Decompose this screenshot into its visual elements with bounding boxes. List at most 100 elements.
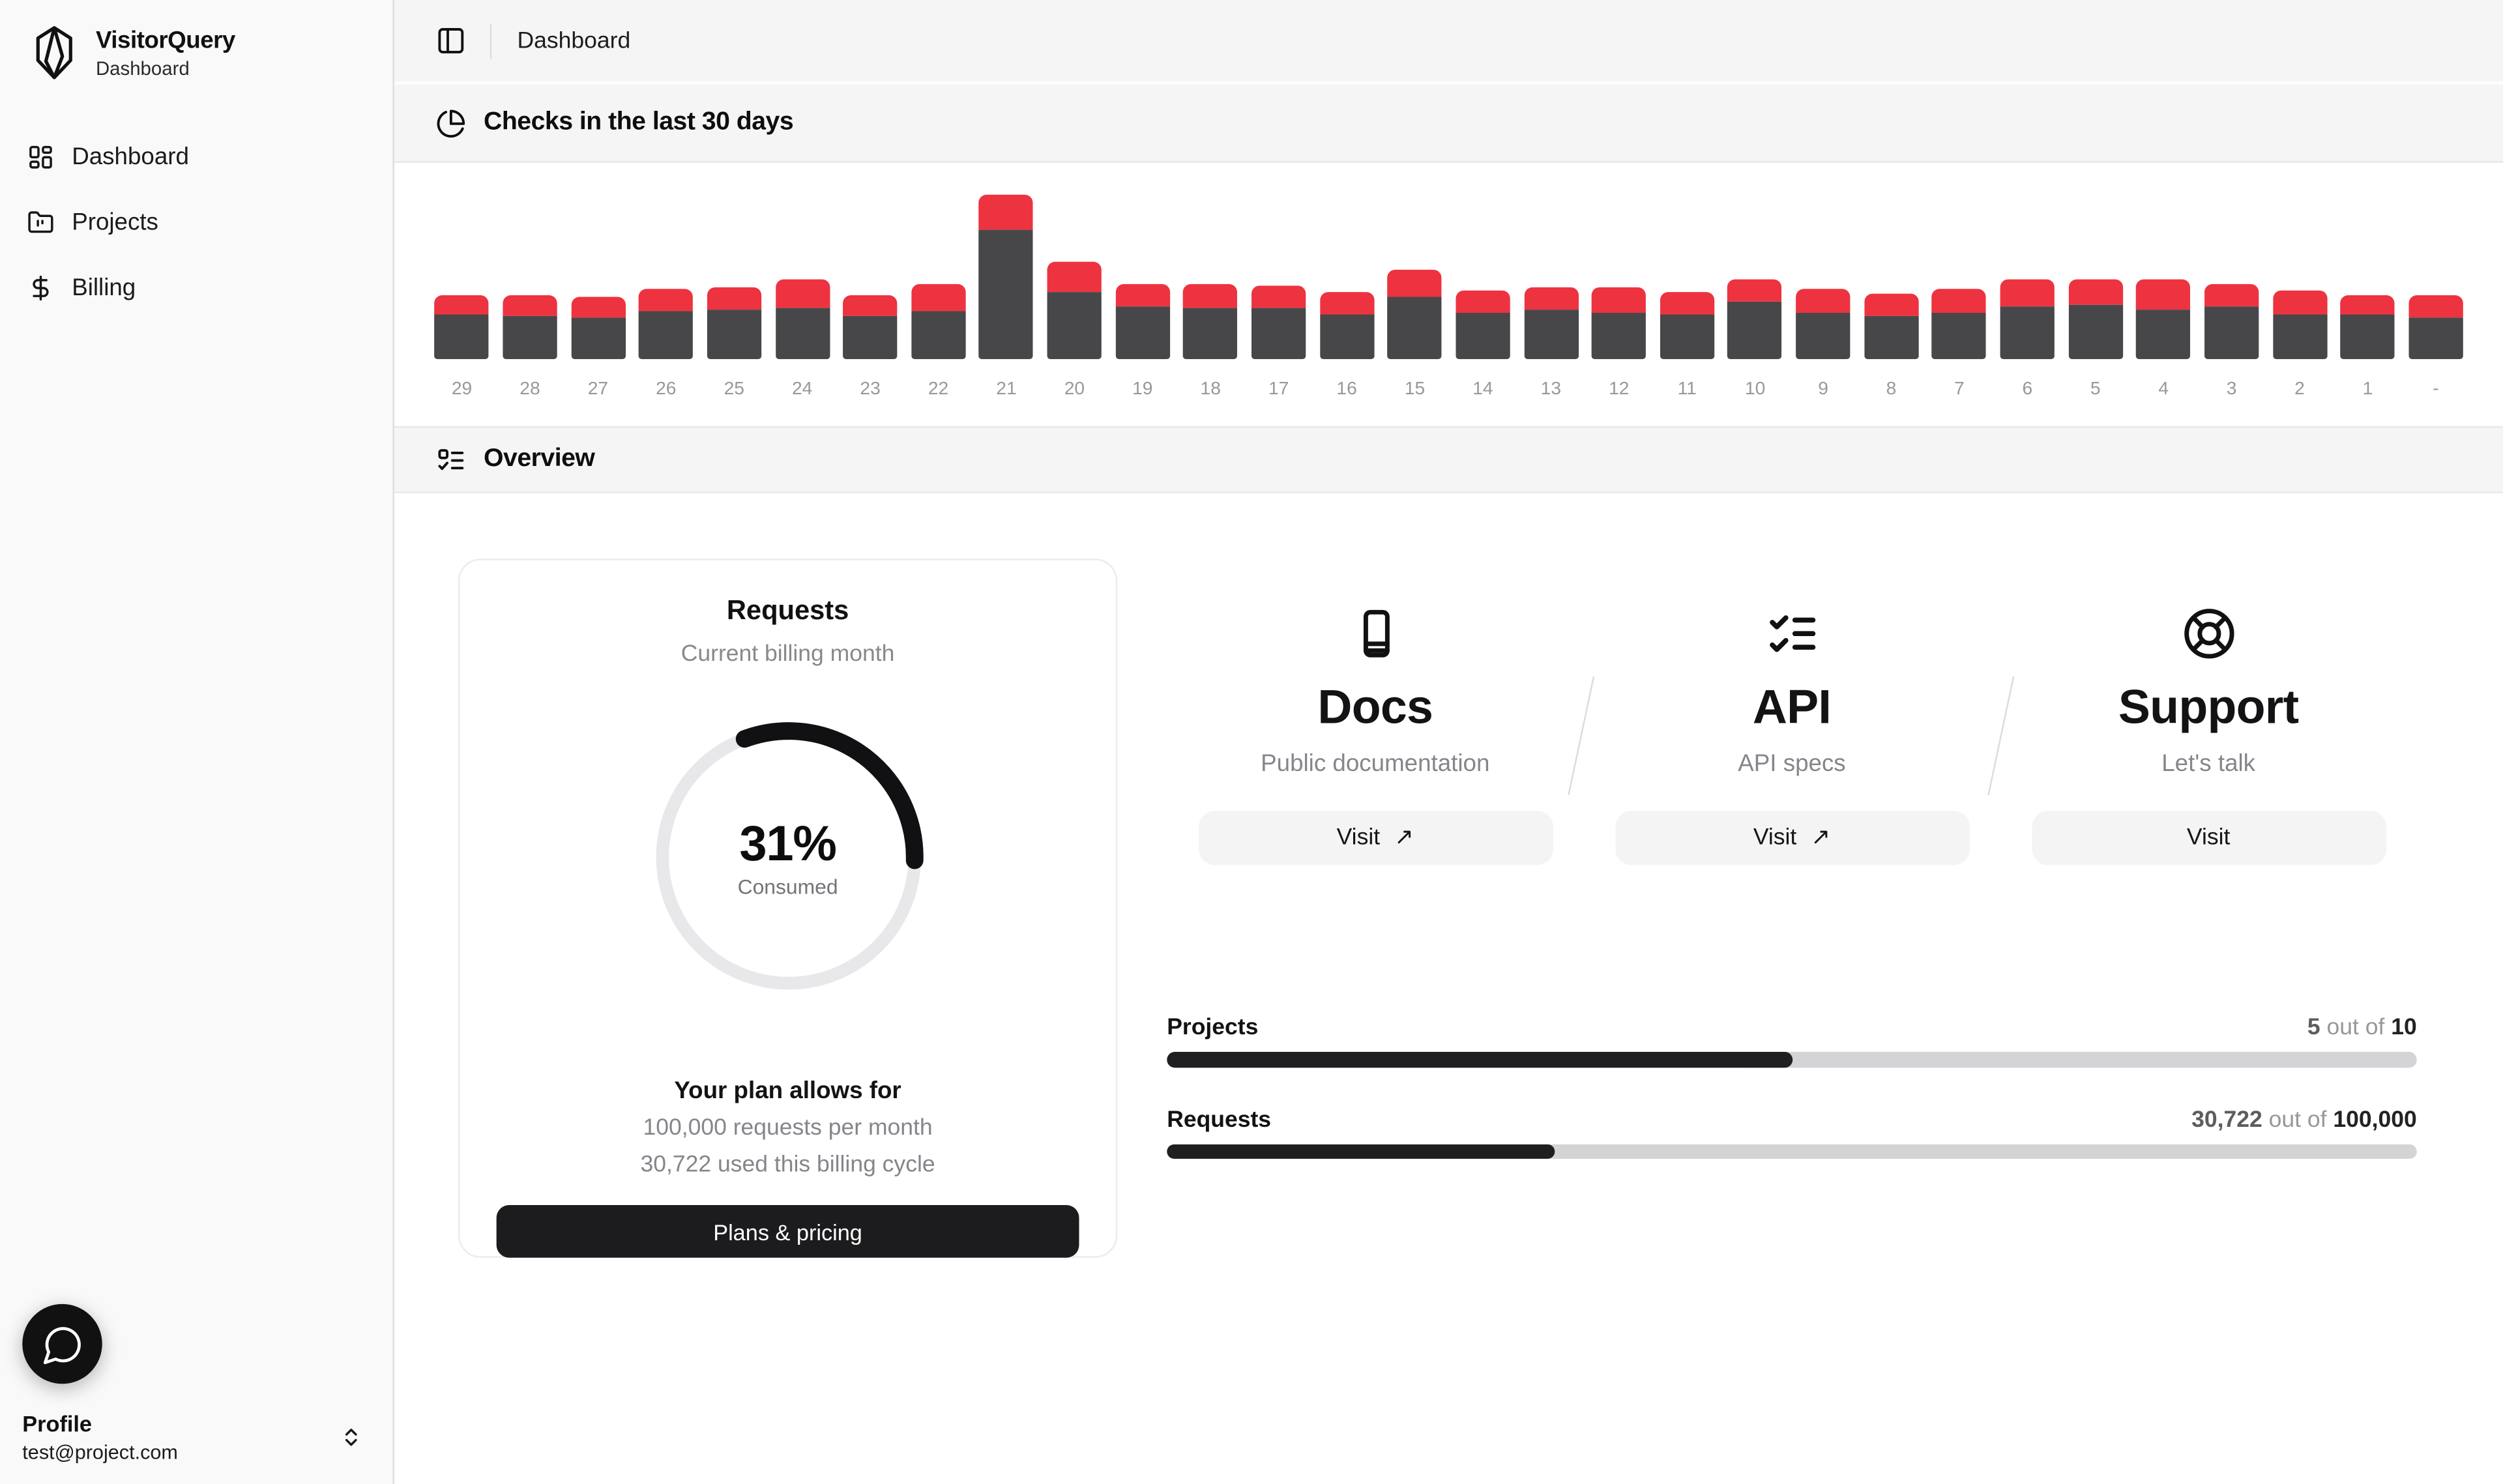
- consumed-label: Consumed: [738, 875, 838, 899]
- sidebar-item-label: Dashboard: [72, 143, 189, 170]
- sidebar-item-dashboard[interactable]: Dashboard: [0, 134, 392, 179]
- day-axis-label: 19: [1132, 380, 1152, 399]
- docs-visit-button[interactable]: Visit ↗: [1198, 811, 1553, 865]
- day-axis-label: 27: [588, 380, 608, 399]
- bar-segment-red: [1047, 262, 1102, 293]
- profile-email: test@project.com: [22, 1441, 178, 1463]
- bar-segment-red: [2068, 280, 2122, 305]
- bar-segment-dark: [2204, 306, 2259, 359]
- bar-day-7: 7: [1925, 195, 1993, 399]
- support-subtitle: Let's talk: [2161, 750, 2255, 778]
- bar-segment-red: [1524, 287, 1578, 310]
- bar-segment-dark: [1660, 314, 1714, 359]
- plan-allowance-amount: 100,000 requests per month: [460, 1116, 1116, 1141]
- bar-day-14: 14: [1449, 195, 1517, 399]
- app-logo-icon: [27, 22, 81, 83]
- requests-usage-label: Requests: [1167, 1107, 1271, 1132]
- folder-kanban-icon: [25, 207, 54, 236]
- book-icon: [1348, 607, 1402, 661]
- bar-segment-red: [2408, 295, 2463, 317]
- sidebar-item-label: Projects: [72, 209, 158, 236]
- consumption-donut: 31% Consumed: [652, 721, 923, 993]
- bar-segment-dark: [1592, 313, 1646, 359]
- day-axis-label: 10: [1745, 380, 1765, 399]
- bar-segment-red: [775, 280, 829, 308]
- bar-segment-red: [843, 295, 897, 316]
- quick-links-row: Docs Public documentation Visit ↗: [1167, 607, 2417, 866]
- day-axis-label: 24: [792, 380, 812, 399]
- bar-segment-dark: [1864, 316, 1918, 359]
- profile-menu[interactable]: Profile test@project.com: [22, 1411, 368, 1464]
- day-axis-label: 17: [1268, 380, 1289, 399]
- bar-segment-dark: [1388, 297, 1442, 360]
- bar-segment-dark: [2137, 310, 2191, 359]
- day-axis-label: 7: [1954, 380, 1965, 399]
- bar-segment-red: [1864, 294, 1918, 316]
- bar-day-25: 25: [700, 195, 768, 399]
- bar-day-1: 1: [2334, 195, 2401, 399]
- bar-day-10: 10: [1721, 195, 1789, 399]
- bar-day-28: 28: [496, 195, 564, 399]
- bar-segment-red: [571, 297, 625, 318]
- bar-segment-red: [1388, 270, 1442, 297]
- panel-left-icon: [435, 25, 465, 56]
- day-axis-label: 26: [656, 380, 676, 399]
- bar-segment-red: [1184, 284, 1238, 308]
- bar-segment-dark: [2341, 314, 2395, 359]
- day-axis-label: 13: [1541, 380, 1561, 399]
- day-axis-label: 18: [1201, 380, 1221, 399]
- bar-segment-red: [2341, 295, 2395, 314]
- day-axis-label: 6: [2022, 380, 2032, 399]
- projects-usage-label: Projects: [1167, 1015, 1258, 1041]
- bar-segment-dark: [1932, 313, 1986, 359]
- bar-day-12: 12: [1585, 195, 1653, 399]
- arrow-up-right-icon: ↗: [1394, 825, 1414, 851]
- bar-segment-red: [1115, 284, 1169, 306]
- bar-segment-dark: [843, 316, 897, 359]
- bar-day-16: 16: [1313, 195, 1381, 399]
- bar-day-17: 17: [1244, 195, 1312, 399]
- chat-widget-button[interactable]: [22, 1304, 102, 1384]
- bar-segment-dark: [707, 310, 761, 359]
- sidebar-item-billing[interactable]: Billing: [0, 265, 392, 310]
- bar-day-19: 19: [1109, 195, 1177, 399]
- day-axis-label: 5: [2090, 380, 2101, 399]
- day-axis-label: 23: [860, 380, 880, 399]
- day-axis-label: 20: [1064, 380, 1085, 399]
- projects-usage-row: Projects 5 out of 10: [1167, 1015, 2417, 1068]
- support-visit-button[interactable]: Visit: [2031, 811, 2386, 865]
- plans-pricing-button[interactable]: Plans & pricing: [497, 1205, 1079, 1258]
- support-title: Support: [2118, 682, 2298, 736]
- day-axis-label: 29: [452, 380, 472, 399]
- profile-name: Profile: [22, 1411, 178, 1436]
- bar-segment-red: [1319, 292, 1373, 314]
- day-axis-label: 2: [2294, 380, 2305, 399]
- sidebar-item-projects[interactable]: Projects: [0, 199, 392, 244]
- sidebar: VisitorQuery Dashboard Dashboard: [0, 0, 394, 1484]
- bar-segment-dark: [571, 317, 625, 359]
- bar-segment-red: [979, 195, 1033, 230]
- checks-section-title: Checks in the last 30 days: [484, 109, 793, 138]
- projects-usage-value: 5 out of 10: [2307, 1015, 2417, 1041]
- brand: VisitorQuery Dashboard: [0, 0, 392, 99]
- bar-day-3: 3: [2197, 195, 2265, 399]
- sidebar-nav: Dashboard Projects Billi: [0, 134, 392, 310]
- bar-segment-dark: [979, 230, 1033, 359]
- api-link-card: API API specs Visit ↗: [1583, 607, 2000, 866]
- api-visit-button[interactable]: Visit ↗: [1615, 811, 1969, 865]
- day-axis-label: 16: [1336, 380, 1356, 399]
- day-axis-label: 15: [1405, 380, 1425, 399]
- bar-segment-dark: [911, 312, 965, 359]
- arrow-up-right-icon: ↗: [1811, 825, 1830, 851]
- day-axis-label: 21: [996, 380, 1016, 399]
- day-axis-label: 4: [2158, 380, 2169, 399]
- bar-day-11: 11: [1653, 195, 1721, 399]
- sidebar-toggle-button[interactable]: [430, 20, 471, 62]
- bar-segment-red: [2137, 280, 2191, 310]
- dollar-sign-icon: [25, 273, 54, 302]
- bar-segment-dark: [1252, 308, 1306, 359]
- day-axis-label: 12: [1609, 380, 1629, 399]
- bar-segment-dark: [639, 312, 693, 359]
- day-axis-label: 28: [520, 380, 540, 399]
- list-checks-icon: [1764, 607, 1819, 661]
